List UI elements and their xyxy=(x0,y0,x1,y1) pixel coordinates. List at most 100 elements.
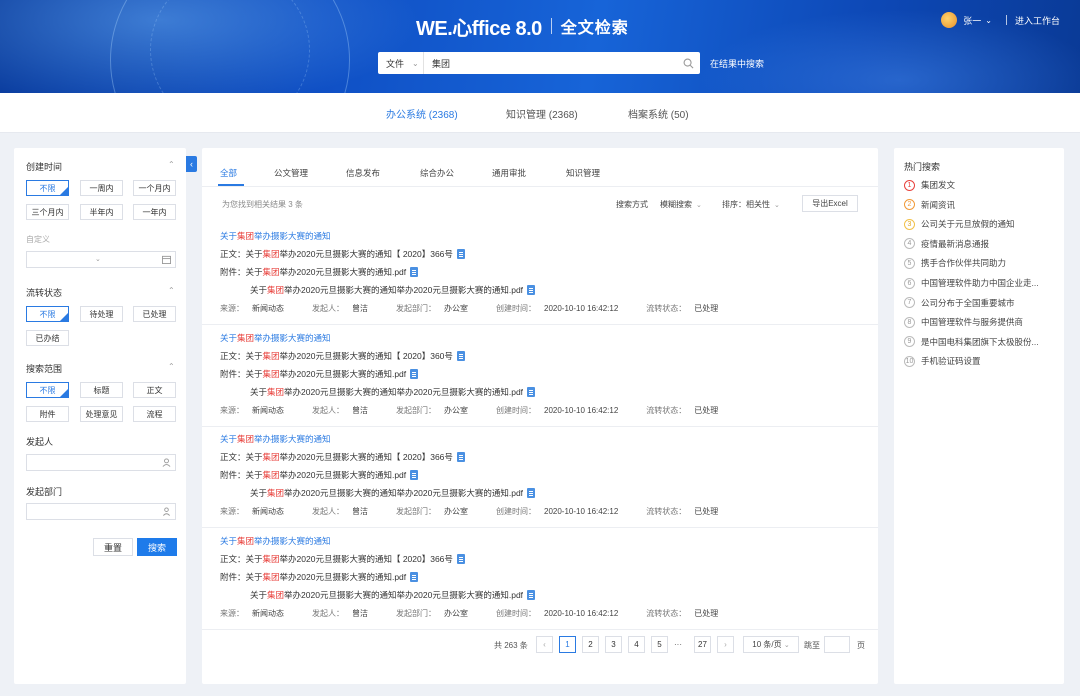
attachment-text[interactable]: 举办2020元旦摄影大赛的通知.pdf xyxy=(280,368,407,380)
export-excel-button[interactable]: 导出Excel xyxy=(802,195,858,212)
tab-general-approval[interactable]: 通用审批 xyxy=(492,167,526,179)
hot-search-item[interactable]: 1 集团发文 xyxy=(904,179,1056,191)
next-page-button[interactable]: › xyxy=(717,636,734,653)
status-chip-processed[interactable]: 已处理 xyxy=(133,306,176,322)
department-field[interactable] xyxy=(26,503,176,520)
tab-info-publishing[interactable]: 信息发布 xyxy=(346,167,380,179)
attachment-text[interactable]: 关于 xyxy=(250,487,267,499)
scope-chip-body[interactable]: 正文 xyxy=(133,382,176,398)
last-page-button[interactable]: 27 xyxy=(694,636,711,653)
document-icon[interactable] xyxy=(527,387,536,397)
time-chip-year[interactable]: 一年内 xyxy=(133,204,176,220)
page-button[interactable]: 1 xyxy=(559,636,576,653)
chevron-up-icon[interactable]: ⌃ xyxy=(168,286,175,295)
search-mode-select[interactable]: 模糊搜索 ⌄ xyxy=(660,199,702,210)
page-button[interactable]: 4 xyxy=(628,636,645,653)
attachment-text[interactable]: 关于 xyxy=(250,589,267,601)
status-chip-closed[interactable]: 已办结 xyxy=(26,330,69,346)
attachment-keyword[interactable]: 集团 xyxy=(267,589,284,601)
tab-document-management[interactable]: 公文管理 xyxy=(274,167,308,179)
document-icon[interactable] xyxy=(410,369,419,379)
attachment-text[interactable]: 举办2020元旦摄影大赛的通知举办2020元旦摄影大赛的通知.pdf xyxy=(284,284,523,296)
document-icon[interactable] xyxy=(410,572,419,582)
hot-search-item[interactable]: 8 中国管理软件与服务提供商 xyxy=(904,316,1056,328)
document-icon[interactable] xyxy=(456,554,465,564)
search-in-results-link[interactable]: 在结果中搜索 xyxy=(710,57,764,70)
document-icon[interactable] xyxy=(456,351,465,361)
hot-search-item[interactable]: 2 新闻资讯 xyxy=(904,199,1056,211)
attachment-keyword[interactable]: 集团 xyxy=(267,386,284,398)
page-button[interactable]: 2 xyxy=(582,636,599,653)
tab-knowledge[interactable]: 知识管理 xyxy=(566,167,600,179)
scope-chip-opinion[interactable]: 处理意见 xyxy=(80,406,123,422)
scope-chip-title[interactable]: 标题 xyxy=(80,382,123,398)
hot-search-item[interactable]: 4 疫情最新消息通报 xyxy=(904,238,1056,250)
document-icon[interactable] xyxy=(410,470,419,480)
search-input[interactable] xyxy=(424,52,676,74)
chevron-up-icon[interactable]: ⌃ xyxy=(168,160,175,169)
attachment-text[interactable]: 关于 xyxy=(246,266,263,278)
attachment-text[interactable]: 关于 xyxy=(250,284,267,296)
tab-all[interactable]: 全部 xyxy=(220,167,237,179)
time-chip-three-months[interactable]: 三个月内 xyxy=(26,204,69,220)
search-button[interactable]: 搜索 xyxy=(137,538,177,556)
search-scope-select[interactable]: 文件 ⌄ xyxy=(378,52,424,74)
enter-workbench-link[interactable]: 进入工作台 xyxy=(1015,14,1060,27)
result-title-link[interactable]: 关于 集团 举办摄影大赛的通知 xyxy=(220,332,331,344)
tab-office-system[interactable]: 办公系统 (2368) xyxy=(386,106,458,121)
attachment-text[interactable]: 举办2020元旦摄影大赛的通知举办2020元旦摄影大赛的通知.pdf xyxy=(284,487,523,499)
document-icon[interactable] xyxy=(456,452,465,462)
time-chip-week[interactable]: 一周内 xyxy=(80,180,123,196)
attachment-text[interactable]: 举办2020元旦摄影大赛的通知举办2020元旦摄影大赛的通知.pdf xyxy=(284,386,523,398)
document-icon[interactable] xyxy=(527,590,536,600)
attachment-text[interactable]: 举办2020元旦摄影大赛的通知举办2020元旦摄影大赛的通知.pdf xyxy=(284,589,523,601)
chevron-up-icon[interactable]: ⌃ xyxy=(168,362,175,371)
document-icon[interactable] xyxy=(527,488,536,498)
time-chip-unlimited[interactable]: 不限 xyxy=(26,180,69,196)
status-chip-pending[interactable]: 待处理 xyxy=(80,306,123,322)
attachment-keyword[interactable]: 集团 xyxy=(263,469,280,481)
tab-archive-system[interactable]: 档案系统 (50) xyxy=(628,106,689,121)
attachment-keyword[interactable]: 集团 xyxy=(263,368,280,380)
status-chip-unlimited[interactable]: 不限 xyxy=(26,306,69,322)
hot-search-item[interactable]: 9 是中国电科集团旗下太极股份... xyxy=(904,336,1056,348)
initiator-field[interactable] xyxy=(26,454,176,471)
attachment-text[interactable]: 举办2020元旦摄影大赛的通知.pdf xyxy=(280,571,407,583)
page-button[interactable]: 5 xyxy=(651,636,668,653)
time-chip-half-year[interactable]: 半年内 xyxy=(80,204,123,220)
attachment-keyword[interactable]: 集团 xyxy=(267,284,284,296)
avatar[interactable] xyxy=(941,12,958,28)
hot-search-item[interactable]: 6 中国管理软件助力中国企业走... xyxy=(904,277,1056,289)
user-name[interactable]: 张一 xyxy=(963,14,981,27)
document-icon[interactable] xyxy=(456,249,465,259)
tab-general-office[interactable]: 综合办公 xyxy=(420,167,454,179)
hot-search-item[interactable]: 5 携手合作伙伴共同助力 xyxy=(904,257,1056,269)
jump-page-input[interactable] xyxy=(824,636,850,653)
document-icon[interactable] xyxy=(410,267,419,277)
hot-search-item[interactable]: 10 手机验证码设置 xyxy=(904,355,1056,367)
attachment-text[interactable]: 关于 xyxy=(250,386,267,398)
page-button[interactable]: 3 xyxy=(605,636,622,653)
search-icon[interactable] xyxy=(676,52,700,74)
attachment-keyword[interactable]: 集团 xyxy=(263,266,280,278)
prev-page-button[interactable]: ‹ xyxy=(536,636,553,653)
reset-button[interactable]: 重置 xyxy=(93,538,133,556)
hot-search-item[interactable]: 3 公司关于元旦放假的通知 xyxy=(904,218,1056,230)
tab-knowledge-management[interactable]: 知识管理 (2368) xyxy=(506,106,578,121)
time-chip-month[interactable]: 一个月内 xyxy=(133,180,176,196)
collapse-panel-button[interactable]: ‹ xyxy=(186,156,197,172)
document-icon[interactable] xyxy=(527,285,536,295)
result-title-link[interactable]: 关于 集团 举办摄影大赛的通知 xyxy=(220,230,331,242)
chevron-down-icon[interactable]: ⌄ xyxy=(985,16,992,25)
attachment-text[interactable]: 关于 xyxy=(246,469,263,481)
attachment-text[interactable]: 举办2020元旦摄影大赛的通知.pdf xyxy=(280,469,407,481)
attachment-keyword[interactable]: 集团 xyxy=(267,487,284,499)
scope-chip-attachment[interactable]: 附件 xyxy=(26,406,69,422)
sort-select[interactable]: 排序：相关性 ⌄ xyxy=(722,199,780,210)
hot-search-item[interactable]: 7 公司分布于全国重要城市 xyxy=(904,297,1056,309)
attachment-text[interactable]: 关于 xyxy=(246,368,263,380)
page-size-select[interactable]: 10 条/页 ⌄ xyxy=(743,636,799,653)
result-title-link[interactable]: 关于 集团 举办摄影大赛的通知 xyxy=(220,433,331,445)
attachment-text[interactable]: 关于 xyxy=(246,571,263,583)
date-range-field[interactable]: ⌄ xyxy=(26,251,176,268)
